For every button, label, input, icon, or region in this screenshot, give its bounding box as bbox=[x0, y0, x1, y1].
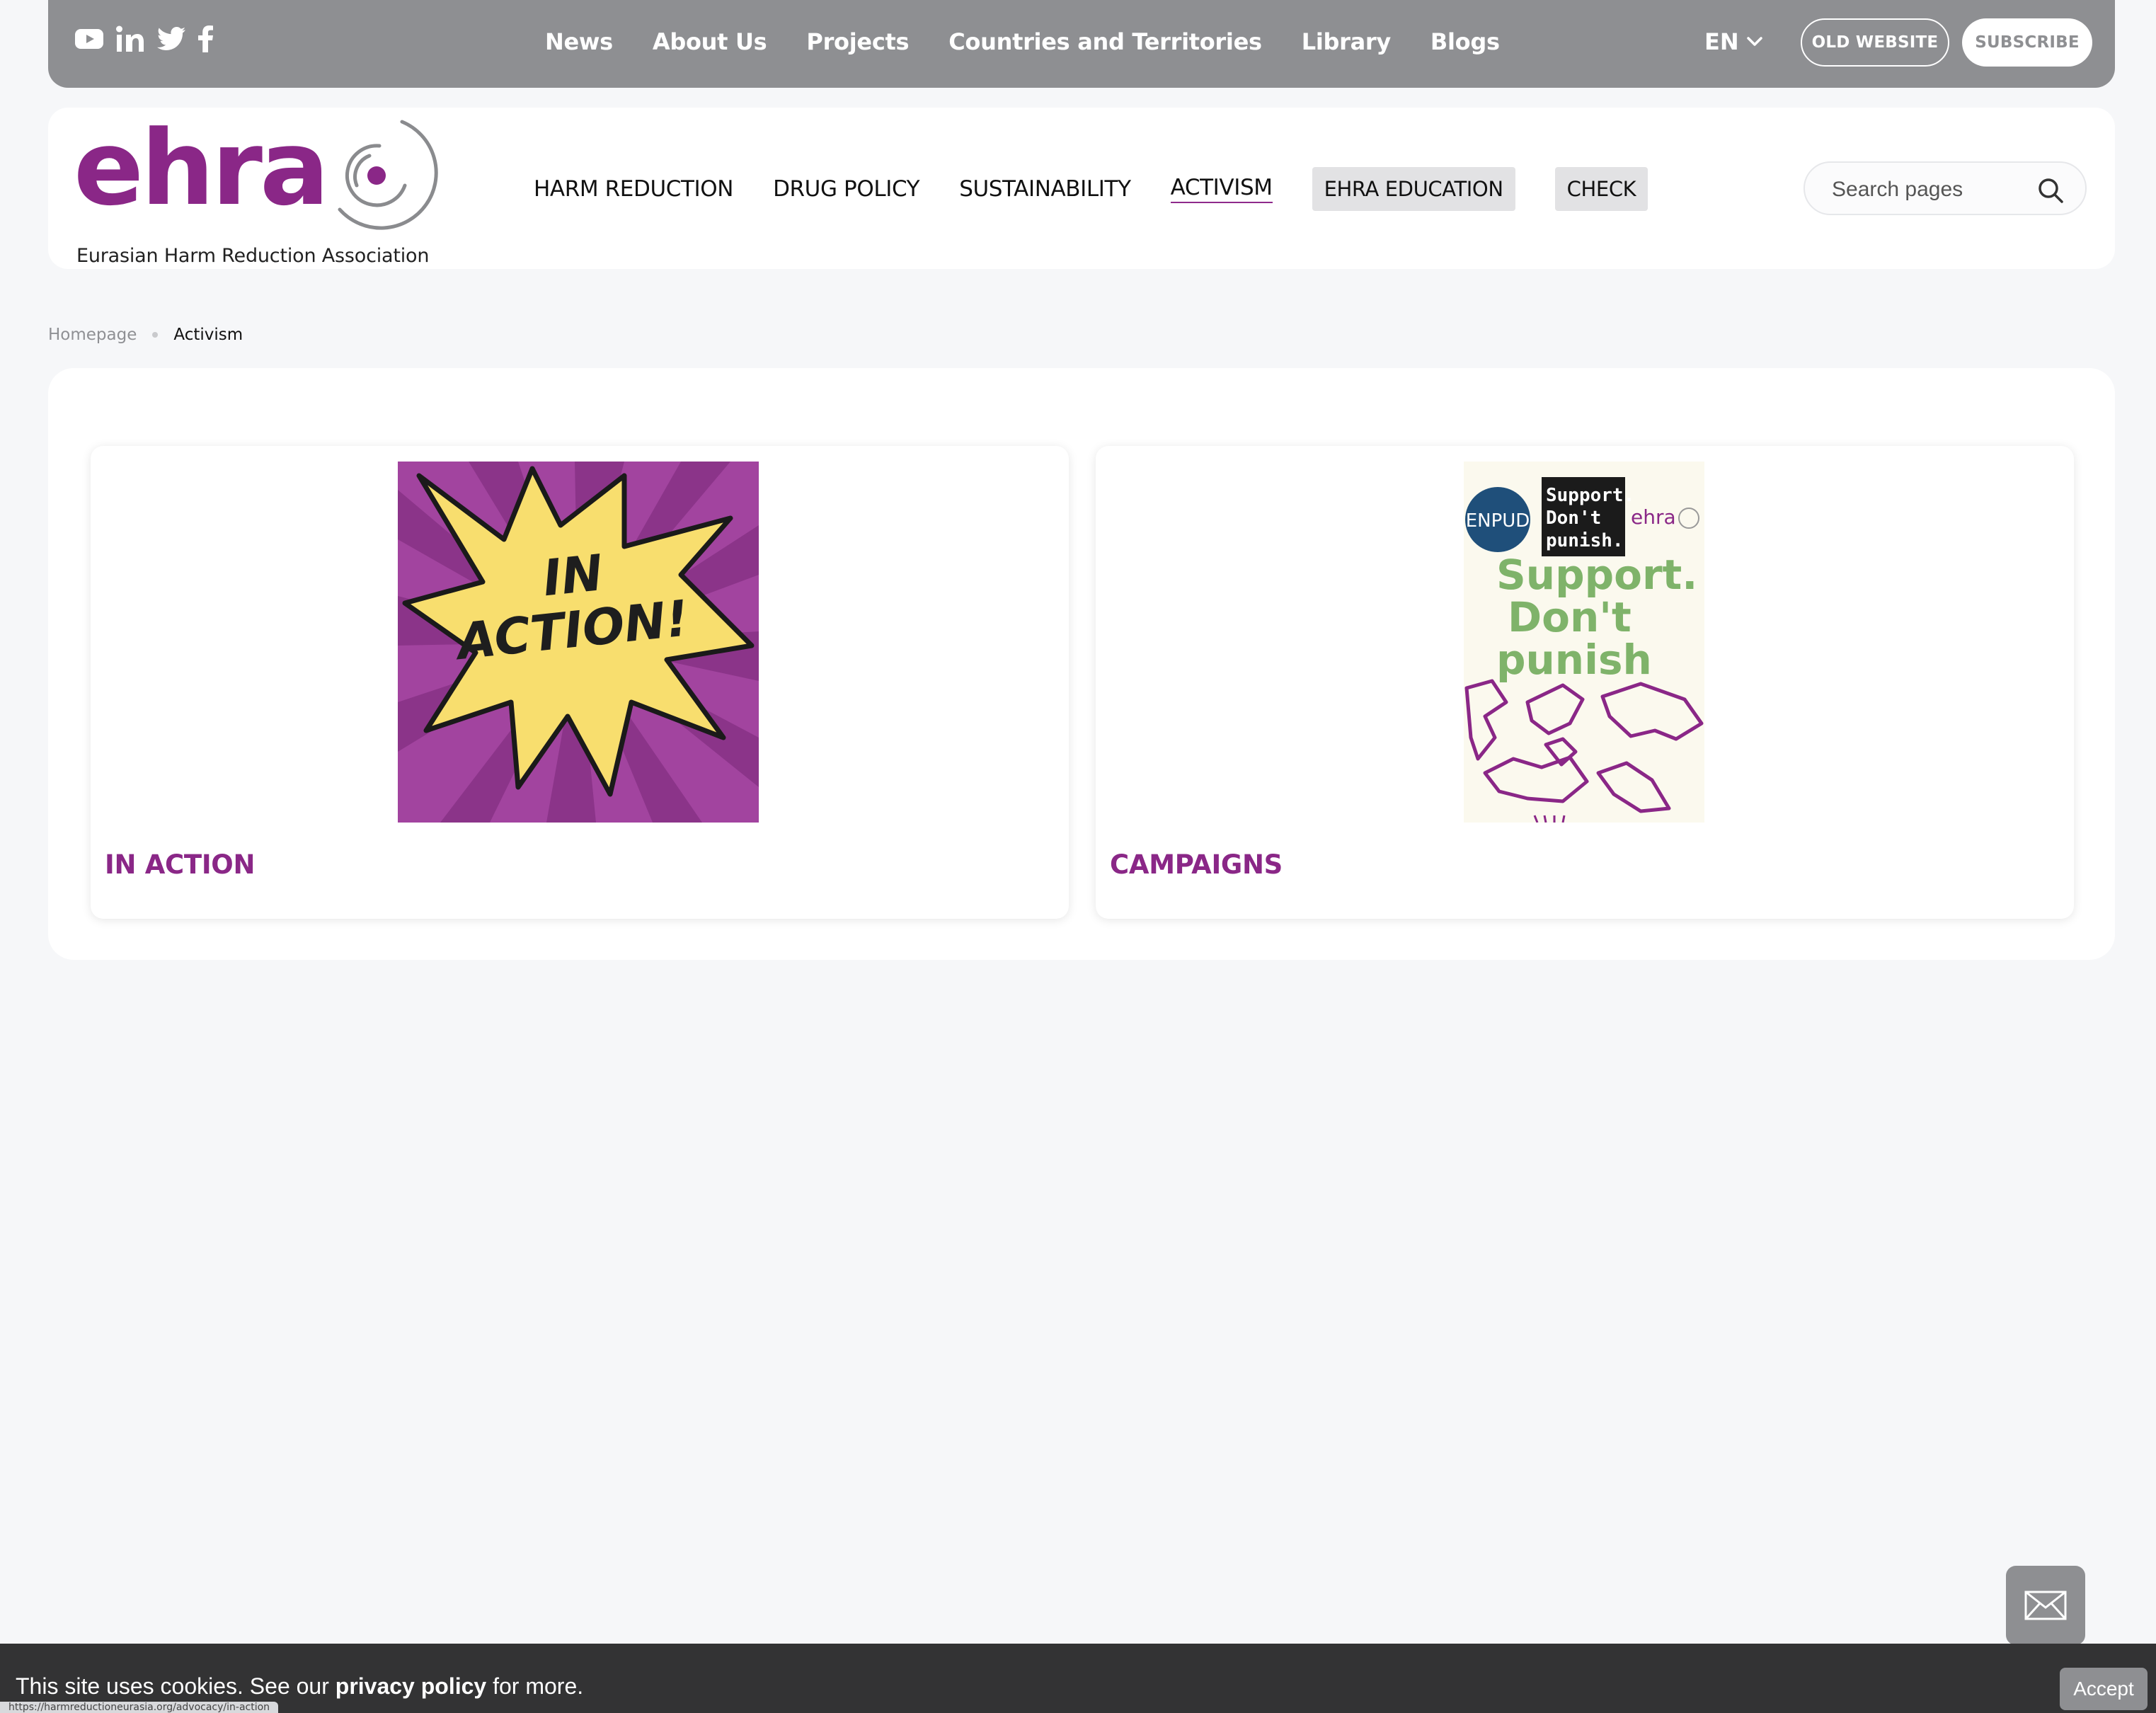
campaign-headline-line3: punish bbox=[1496, 636, 1652, 684]
enpud-badge-text: ENPUD bbox=[1466, 510, 1530, 532]
cookie-banner: This site uses cookies. See our privacy … bbox=[0, 1644, 2156, 1713]
youtube-icon[interactable] bbox=[75, 29, 103, 52]
campaign-ehra-mark: ehra bbox=[1631, 505, 1676, 529]
breadcrumb-separator bbox=[152, 332, 159, 338]
facebook-icon[interactable] bbox=[198, 25, 214, 55]
nav-harm-reduction[interactable]: HARM REDUCTION bbox=[534, 176, 733, 202]
logo-wordmark: ehra bbox=[75, 118, 326, 229]
nav-ehra-education[interactable]: EHRA EDUCATION bbox=[1312, 167, 1515, 211]
envelope-icon bbox=[2024, 1591, 2067, 1620]
privacy-policy-link[interactable]: privacy policy bbox=[336, 1673, 486, 1699]
cookie-message: This site uses cookies. See our privacy … bbox=[16, 1673, 583, 1700]
old-website-button[interactable]: OLD WEBSITE bbox=[1801, 18, 1949, 67]
campaign-headline-line1: Support. bbox=[1496, 551, 1697, 599]
topnav-blogs[interactable]: Blogs bbox=[1430, 28, 1500, 55]
search-box bbox=[1804, 161, 2087, 215]
topnav-library[interactable]: Library bbox=[1302, 28, 1391, 55]
card-title-campaigns: CAMPAIGNS bbox=[1110, 849, 1283, 880]
language-label: EN bbox=[1704, 28, 1739, 55]
nav-drug-policy[interactable]: DRUG POLICY bbox=[773, 176, 920, 202]
breadcrumb-home[interactable]: Homepage bbox=[48, 326, 137, 344]
search-input[interactable] bbox=[1832, 176, 2023, 204]
chevron-down-icon bbox=[1746, 37, 1762, 46]
card-in-action[interactable]: IN ACTION! IN ACTION bbox=[91, 446, 1069, 919]
logo-mark: ehra bbox=[75, 118, 438, 230]
breadcrumb: Homepage Activism bbox=[48, 326, 243, 344]
ehra-logo[interactable]: ehra Eurasian Harm Reduction Association bbox=[75, 118, 471, 267]
subscribe-button[interactable]: SUBSCRIBE bbox=[1962, 18, 2092, 67]
search-icon[interactable] bbox=[2037, 177, 2064, 204]
cookie-text-after: for more. bbox=[486, 1673, 584, 1699]
topnav-news[interactable]: News bbox=[545, 28, 613, 55]
contact-mail-button[interactable] bbox=[2006, 1566, 2085, 1645]
cookie-text-before: This site uses cookies. See our bbox=[16, 1673, 336, 1699]
topnav-about-us[interactable]: About Us bbox=[653, 28, 767, 55]
campaign-box-line2: Don't bbox=[1546, 508, 1601, 529]
top-bar: News About Us Projects Countries and Ter… bbox=[48, 0, 2115, 88]
breadcrumb-current: Activism bbox=[173, 326, 243, 344]
in-action-image: IN ACTION! bbox=[398, 462, 759, 823]
campaign-box-line1: Support. bbox=[1546, 485, 1634, 506]
top-navigation: News About Us Projects Countries and Ter… bbox=[545, 0, 1500, 84]
site-header: ehra Eurasian Harm Reduction Association… bbox=[48, 108, 2115, 269]
twitter-icon[interactable] bbox=[157, 27, 185, 54]
logo-subtitle: Eurasian Harm Reduction Association bbox=[76, 245, 430, 267]
topnav-countries-and-territories[interactable]: Countries and Territories bbox=[948, 28, 1262, 55]
card-campaigns[interactable]: ENPUD Support. Don't punish. ehra Suppor… bbox=[1096, 446, 2074, 919]
topnav-projects[interactable]: Projects bbox=[806, 28, 909, 55]
main-navigation: HARM REDUCTION DRUG POLICY SUSTAINABILIT… bbox=[534, 167, 1687, 211]
campaign-box-line3: punish. bbox=[1546, 530, 1624, 551]
status-bar-url: https://harmreductioneurasia.org/advocac… bbox=[0, 1702, 279, 1713]
linkedin-icon[interactable] bbox=[116, 25, 144, 55]
card-title-in-action: IN ACTION bbox=[105, 849, 256, 880]
nav-activism[interactable]: ACTIVISM bbox=[1170, 175, 1273, 203]
campaigns-image: ENPUD Support. Don't punish. ehra Suppor… bbox=[1464, 462, 1704, 823]
campaign-headline-line2: Don't bbox=[1508, 593, 1632, 641]
accept-cookies-button[interactable]: Accept bbox=[2060, 1668, 2148, 1710]
content-panel: IN ACTION! IN ACTION ENPUD Support. Don'… bbox=[48, 368, 2115, 960]
nav-sustainability[interactable]: SUSTAINABILITY bbox=[959, 176, 1131, 202]
language-selector[interactable]: EN bbox=[1704, 0, 1763, 84]
social-links bbox=[75, 25, 214, 55]
nav-check[interactable]: CHECK bbox=[1554, 167, 1648, 211]
